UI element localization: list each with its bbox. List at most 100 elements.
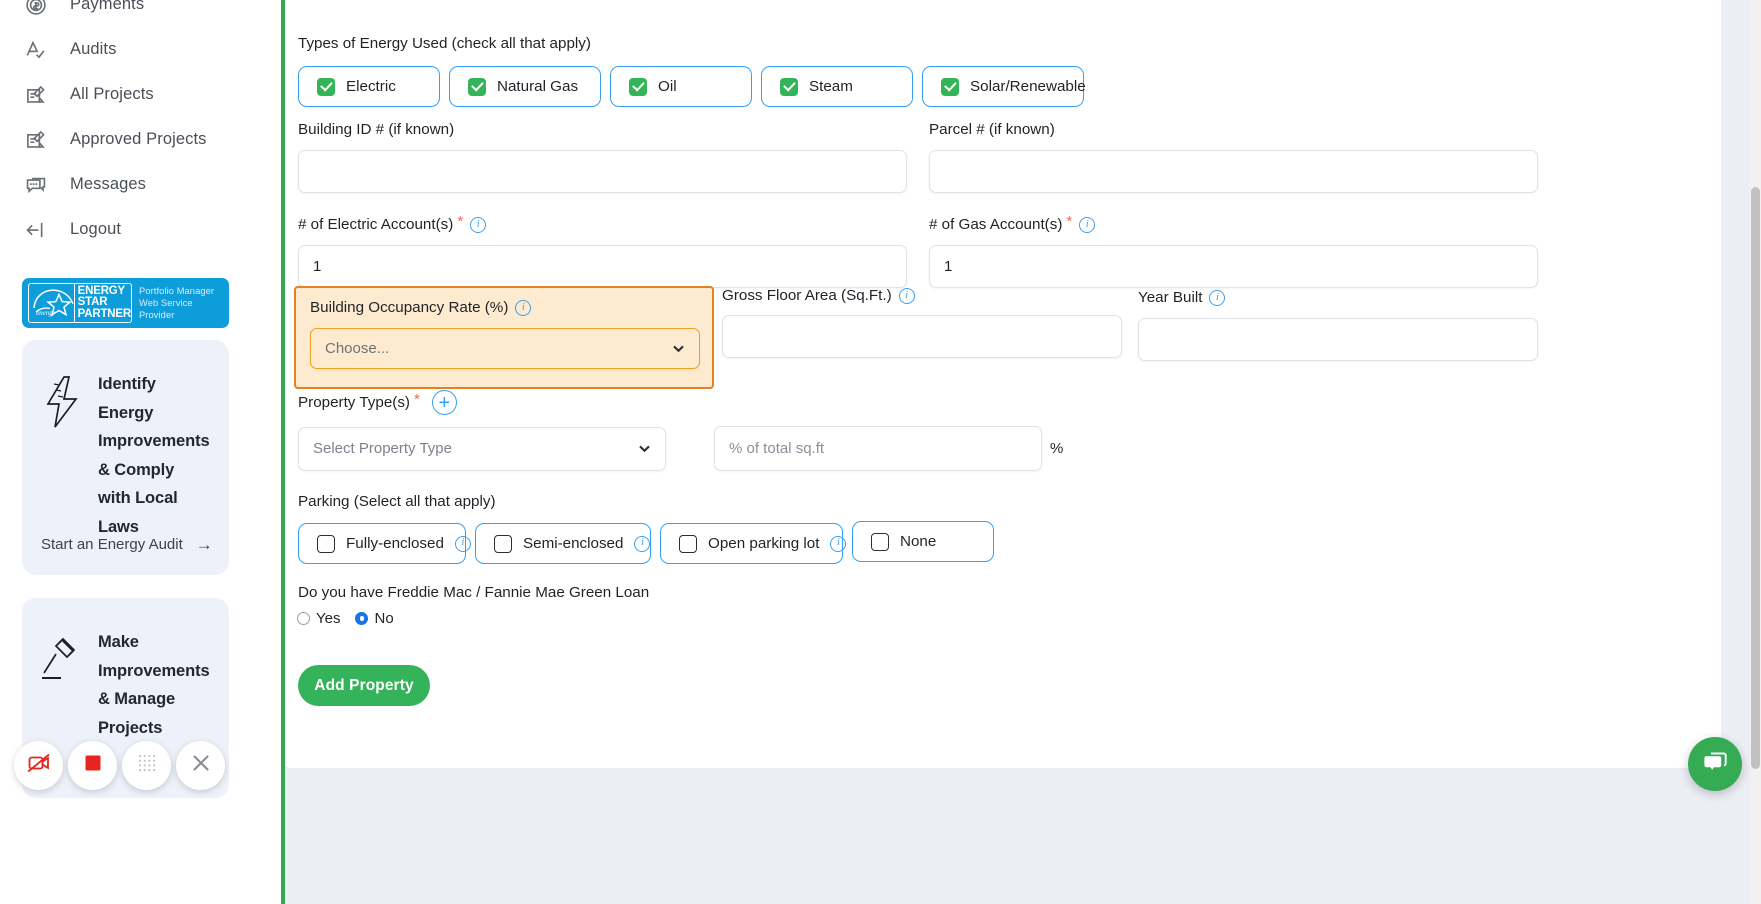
- gavel-icon: [40, 628, 84, 742]
- page-scrollbar-track[interactable]: [1750, 0, 1761, 904]
- info-icon[interactable]: i: [515, 300, 532, 316]
- property-percent-input[interactable]: [714, 426, 1042, 471]
- label-text: Do you have Freddie Mac / Fannie Mae Gre…: [298, 584, 650, 601]
- drag-handle-button[interactable]: [122, 741, 171, 790]
- building-id-label: Building ID # (if known): [298, 120, 907, 140]
- energy-star-swoosh-icon: energy: [29, 284, 75, 322]
- chat-widget-button[interactable]: [1688, 737, 1742, 791]
- checkbox-icon[interactable]: [468, 77, 486, 96]
- select-value: Choose...: [325, 340, 390, 357]
- checkbox-icon[interactable]: [494, 534, 512, 553]
- gas-accounts-input[interactable]: [929, 245, 1538, 288]
- select-placeholder: Select Property Type: [313, 440, 452, 457]
- energy-types-label: Types of Energy Used (check all that app…: [298, 34, 591, 54]
- camera-off-button[interactable]: [14, 741, 63, 790]
- start-energy-audit-link[interactable]: Start an Energy Audit →: [41, 536, 213, 553]
- add-property-button[interactable]: Add Property: [298, 665, 430, 706]
- add-property-form-card: i Types of Energy Used (check all that a…: [285, 0, 1721, 768]
- electric-accounts-label: # of Electric Account(s) * i: [298, 213, 907, 235]
- stop-recording-button[interactable]: [68, 741, 117, 790]
- promo-identify-text: Identify Energy Improvements & Comply wi…: [98, 375, 210, 536]
- info-icon[interactable]: i: [454, 535, 471, 552]
- sidebar-item-approved-projects[interactable]: Approved Projects: [0, 117, 281, 162]
- parking-label: Parking (Select all that apply): [298, 492, 496, 512]
- option-label: Oil: [658, 78, 677, 95]
- required-asterisk: *: [1066, 213, 1073, 230]
- sidebar-item-messages[interactable]: Messages: [0, 162, 281, 207]
- page-bottom-area: [285, 768, 1761, 904]
- occupancy-rate-select[interactable]: Choose...: [310, 328, 700, 369]
- percent-suffix: %: [1050, 440, 1064, 457]
- green-loan-no[interactable]: No: [355, 610, 394, 627]
- sidebar-item-logout[interactable]: Logout: [0, 207, 281, 252]
- info-icon[interactable]: i: [898, 288, 915, 304]
- payments-icon: [22, 0, 50, 19]
- energy-star-wordmark: ENERGY STAR PARTNER: [75, 284, 132, 322]
- sidebar-item-all-projects[interactable]: All Projects: [0, 72, 281, 117]
- label-text: Parcel # (if known): [929, 121, 1055, 138]
- label-text: Types of Energy Used (check all that app…: [298, 35, 591, 52]
- radio-icon[interactable]: [355, 612, 369, 625]
- info-icon[interactable]: i: [1209, 290, 1226, 306]
- energy-star-tagline: Portfolio Manager Web Service Provider: [139, 285, 223, 321]
- estar-line-3: PARTNER: [77, 307, 132, 320]
- grid-dots-icon: [135, 751, 159, 780]
- radio-icon[interactable]: [297, 612, 310, 625]
- checkbox-icon[interactable]: [679, 534, 697, 553]
- energy-type-natural-gas[interactable]: Natural Gas: [449, 66, 601, 107]
- checkbox-icon[interactable]: [780, 77, 798, 96]
- info-icon[interactable]: i: [830, 535, 847, 552]
- stop-recording-icon: [80, 750, 106, 781]
- promo-make-text: Make Improvements & Manage Projects: [98, 633, 210, 737]
- year-built-input[interactable]: [1138, 318, 1538, 361]
- camera-off-icon: [26, 750, 52, 781]
- info-icon[interactable]: i: [1079, 217, 1096, 233]
- energy-type-solar-renewable[interactable]: Solar/Renewable: [922, 66, 1086, 107]
- option-label: No: [374, 610, 394, 627]
- checkbox-icon[interactable]: [629, 77, 647, 96]
- chevron-down-icon: [638, 442, 651, 455]
- page-scrollbar-thumb[interactable]: [1751, 187, 1760, 769]
- green-loan-yes[interactable]: Yes: [297, 610, 340, 627]
- energy-type-electric[interactable]: Electric: [298, 66, 440, 107]
- parking-open-lot[interactable]: Open parking lot i: [660, 523, 847, 564]
- energy-type-steam[interactable]: Steam: [761, 66, 913, 107]
- checkbox-icon[interactable]: [941, 77, 959, 96]
- gas-accounts-label: # of Gas Account(s) * i: [929, 213, 1538, 235]
- gross-floor-area-input[interactable]: [722, 315, 1122, 358]
- checkbox-icon[interactable]: [317, 77, 335, 96]
- main-content: i Types of Energy Used (check all that a…: [285, 0, 1761, 904]
- option-label: Solar/Renewable: [970, 78, 1086, 95]
- label-text: # of Electric Account(s): [298, 216, 454, 233]
- green-loan-label: Do you have Freddie Mac / Fannie Mae Gre…: [298, 583, 649, 603]
- info-icon[interactable]: i: [634, 535, 651, 552]
- tagline-line-2: Web Service Provider: [139, 298, 193, 320]
- option-label: Steam: [809, 78, 853, 95]
- info-icon[interactable]: i: [470, 217, 487, 233]
- checkbox-icon[interactable]: [317, 534, 335, 553]
- sidebar-item-audits[interactable]: Audits: [0, 27, 281, 72]
- plus-circle-icon[interactable]: +: [431, 390, 457, 415]
- electric-accounts-input[interactable]: [298, 245, 907, 288]
- gross-floor-area-label: Gross Floor Area (Sq.Ft.) i: [722, 286, 1122, 306]
- option-label: Open parking lot: [708, 535, 820, 552]
- energy-type-oil[interactable]: Oil: [610, 66, 752, 107]
- energy-star-mark: energy ENERGY STAR PARTNER: [28, 283, 132, 323]
- parking-fully-enclosed[interactable]: Fully-enclosed i: [298, 523, 471, 564]
- close-recorder-button[interactable]: [176, 741, 225, 790]
- approved-projects-icon: [22, 126, 50, 154]
- sidebar-item-payments[interactable]: Payments: [0, 0, 281, 27]
- promo-card-identify: Identify Energy Improvements & Comply wi…: [22, 340, 229, 575]
- label-text: Parking (Select all that apply): [298, 493, 496, 510]
- parcel-input[interactable]: [929, 150, 1538, 193]
- required-asterisk: *: [413, 390, 420, 408]
- property-type-select[interactable]: Select Property Type: [298, 426, 666, 471]
- label-text: Gross Floor Area (Sq.Ft.): [722, 287, 892, 304]
- building-id-input[interactable]: [298, 150, 907, 193]
- messages-icon: [22, 171, 50, 199]
- checkbox-icon[interactable]: [871, 532, 889, 551]
- energy-star-partner-badge: energy ENERGY STAR PARTNER Portfolio Man…: [22, 278, 229, 328]
- parcel-label: Parcel # (if known): [929, 120, 1538, 140]
- parking-semi-enclosed[interactable]: Semi-enclosed i: [475, 523, 651, 564]
- parking-none[interactable]: None: [852, 521, 994, 562]
